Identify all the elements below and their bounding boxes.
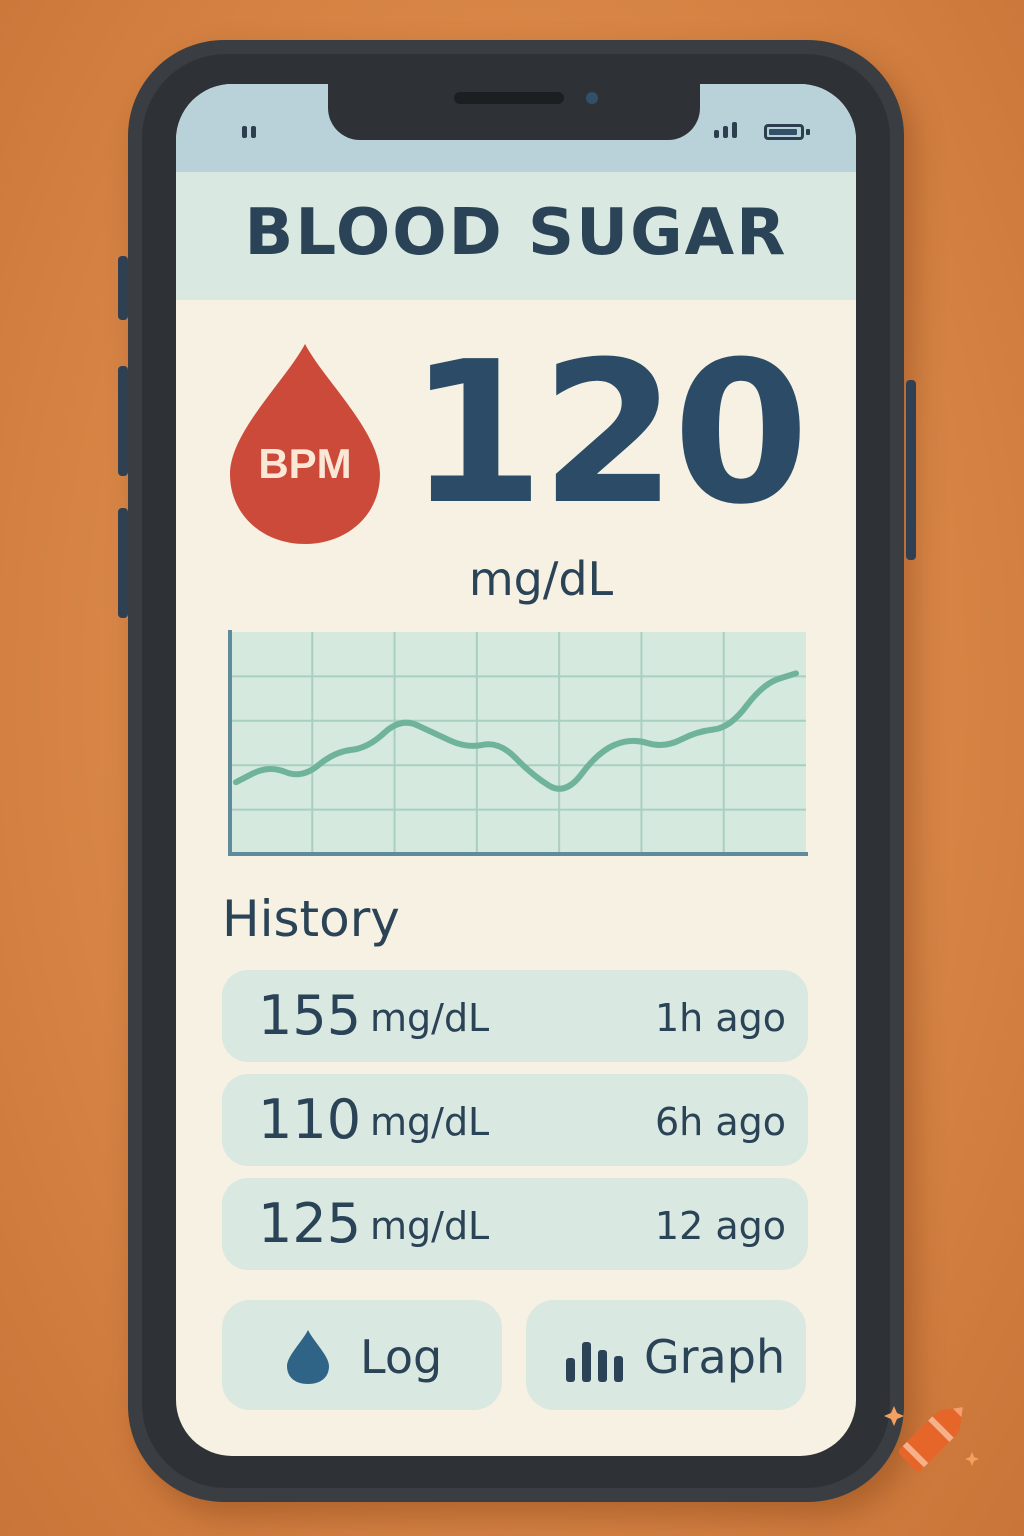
side-button-mute: [118, 256, 128, 320]
history-item-time: 12 ago: [654, 1204, 786, 1248]
speaker-grille: [454, 92, 564, 104]
front-camera: [586, 92, 598, 104]
history-item-value: 125: [258, 1192, 362, 1255]
history-heading: History: [222, 890, 400, 948]
history-item[interactable]: 110 mg/dL 6h ago: [222, 1074, 808, 1166]
chart-plot-area: [230, 632, 806, 854]
crayon-logo-icon: [884, 1406, 979, 1472]
history-item-value: 155: [258, 984, 362, 1047]
water-drop-icon: [287, 1330, 329, 1384]
signal-icon: [714, 122, 737, 138]
phone-screen: BLOOD SUGAR BPM 120 mg/dL History 155 mg…: [176, 84, 856, 1456]
bar-chart-icon: [566, 1342, 623, 1382]
history-item[interactable]: 155 mg/dL 1h ago: [222, 970, 808, 1062]
history-item-value: 110: [258, 1088, 362, 1151]
log-button-label: Log: [360, 1330, 443, 1384]
history-item-unit: mg/dL: [370, 1100, 490, 1144]
battery-icon: [764, 124, 804, 140]
trend-chart[interactable]: [226, 628, 810, 860]
battery-tip: [806, 129, 810, 135]
history-item-unit: mg/dL: [370, 996, 490, 1040]
page-title: BLOOD SUGAR: [244, 196, 788, 270]
current-reading-unit: mg/dL: [468, 552, 614, 606]
history-item-unit: mg/dL: [370, 1204, 490, 1248]
graph-button-label: Graph: [644, 1330, 786, 1384]
side-button-power: [906, 380, 916, 560]
status-indicator: [242, 126, 256, 138]
log-button[interactable]: Log: [222, 1300, 502, 1410]
history-list: 155 mg/dL 1h ago 110 mg/dL 6h ago 125 mg…: [222, 970, 808, 1282]
history-item-time: 1h ago: [655, 996, 786, 1040]
current-reading-value: 120: [408, 320, 809, 548]
graph-button[interactable]: Graph: [526, 1300, 806, 1410]
bpm-badge-label: BPM: [258, 440, 352, 487]
side-button-volume-up: [118, 366, 128, 476]
history-item-time: 6h ago: [655, 1100, 786, 1144]
notch: [328, 84, 700, 140]
side-button-volume-down: [118, 508, 128, 618]
history-item[interactable]: 125 mg/dL 12 ago: [222, 1178, 808, 1270]
